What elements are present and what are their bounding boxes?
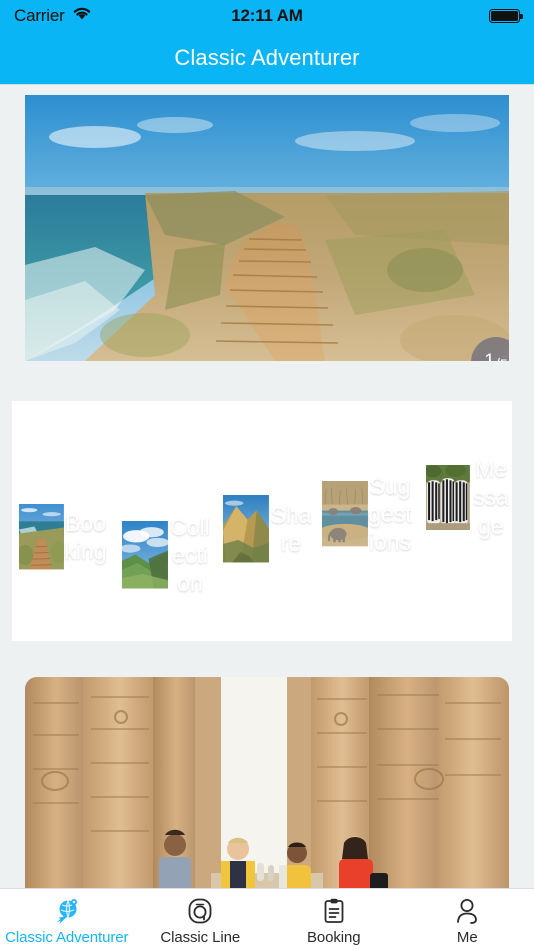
category-tile-list: Booking Collection Share Suggestions Mes… — [12, 401, 512, 641]
tab-booking[interactable]: Booking — [267, 889, 401, 950]
scroll-content[interactable]: 1 / 5 — [0, 85, 534, 888]
status-bar-left: Carrier — [14, 6, 92, 26]
category-card: Booking Collection Share Suggestions Mes… — [12, 401, 512, 641]
app-screen: Carrier 12:11 AM Classic Adventurer Book… — [0, 0, 534, 950]
tab-classic-line[interactable]: Classic Line — [134, 889, 268, 950]
category-tile-label: Message — [473, 456, 509, 539]
category-tile-collection[interactable]: Collection — [122, 489, 212, 621]
tile-image-booking — [19, 504, 64, 570]
category-tile-share[interactable]: Share — [223, 463, 313, 595]
category-tile-booking[interactable]: Booking — [19, 473, 107, 601]
person-icon — [453, 896, 481, 926]
hero-image — [25, 95, 509, 361]
carousel-total-pages: 5 — [500, 356, 508, 361]
category-tile-label: Booking — [64, 509, 107, 564]
tile-image-message — [426, 464, 470, 531]
tile-image-suggestions — [322, 481, 368, 547]
tile-image-share — [223, 495, 269, 563]
tab-label: Classic Line — [160, 929, 241, 946]
nav-bar: Classic Adventurer — [0, 32, 534, 85]
globe-plane-icon — [53, 896, 81, 926]
search-badge-icon — [186, 896, 214, 926]
clipboard-icon — [320, 896, 348, 926]
status-bar-right — [489, 9, 523, 23]
category-tile-label: Share — [270, 501, 312, 556]
wifi-icon — [72, 6, 92, 26]
page-title: Classic Adventurer — [174, 45, 360, 70]
tab-label: Booking — [306, 929, 361, 946]
tile-image-collection — [122, 521, 168, 589]
carousel-current-page: 1 — [484, 351, 495, 361]
tab-bar: Classic Adventurer Classic Line Booking … — [0, 888, 534, 950]
feature-banner[interactable] — [25, 677, 509, 888]
carrier-label: Carrier — [14, 6, 65, 25]
category-tile-label: Collection — [170, 513, 210, 597]
category-tile-message[interactable]: Message — [426, 433, 512, 562]
feature-image — [25, 677, 509, 888]
tab-me[interactable]: Me — [401, 889, 534, 950]
category-tile-suggestions[interactable]: Suggestions — [322, 450, 412, 578]
battery-icon — [489, 9, 523, 23]
hero-carousel[interactable]: 1 / 5 — [25, 95, 509, 361]
tab-classic-adventurer[interactable]: Classic Adventurer — [0, 889, 134, 950]
status-bar: Carrier 12:11 AM — [0, 0, 534, 32]
tab-label: Me — [456, 929, 478, 946]
tab-label: Classic Adventurer — [5, 929, 129, 946]
category-tile-label: Suggestions — [368, 472, 412, 556]
